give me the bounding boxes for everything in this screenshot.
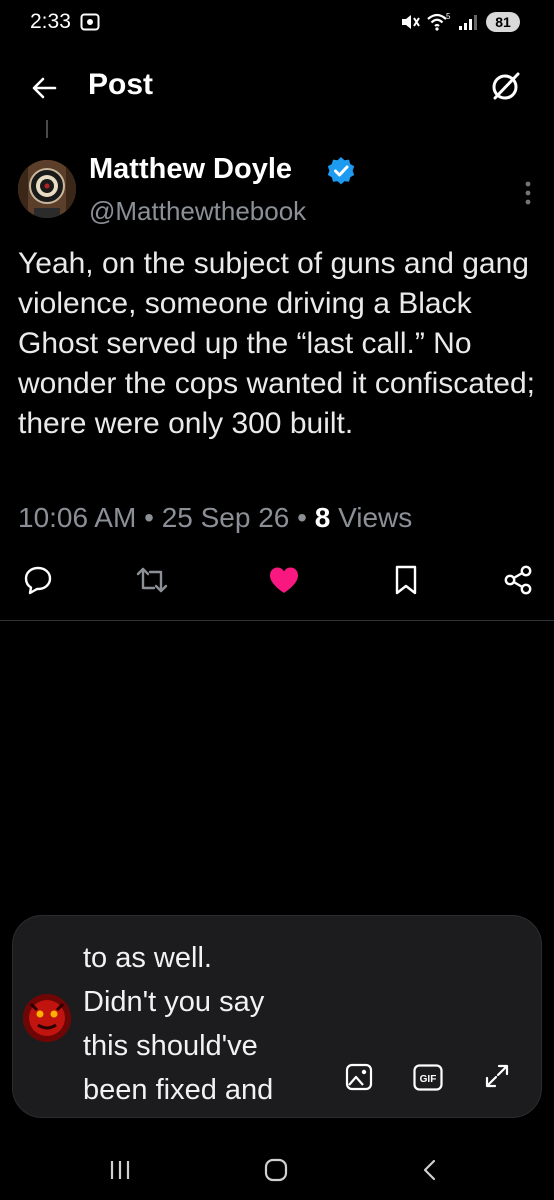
repost-icon: [136, 567, 168, 593]
reply-input[interactable]: to as well. Didn't you say this should'v…: [83, 936, 333, 1112]
mute-icon: [402, 15, 420, 29]
author-name[interactable]: Matthew Doyle: [89, 153, 292, 186]
views-label[interactable]: Views: [338, 502, 412, 533]
dartboard-avatar-image: [18, 160, 76, 218]
user-avatar: [23, 994, 71, 1042]
signal-icon: [459, 15, 477, 30]
post-meta: 10:06 AM • 25 Sep 26 • 8 Views: [18, 502, 412, 534]
status-bar: 2:33 5 81: [0, 0, 554, 46]
system-nav-bar: [0, 1140, 554, 1200]
home-icon: [264, 1158, 288, 1182]
post-date: 25 Sep 26: [161, 502, 290, 533]
repost-button[interactable]: [132, 560, 172, 600]
reply-input-line: to as well.: [83, 942, 212, 974]
screenshot-icon: [80, 13, 100, 31]
reply-input-line: Didn't you say: [83, 986, 265, 1018]
share-button[interactable]: [498, 560, 538, 600]
expand-icon[interactable]: [483, 1062, 511, 1090]
status-time: 2:33: [30, 10, 71, 33]
back-button[interactable]: [410, 1150, 450, 1190]
post-actions: [0, 560, 554, 604]
header: Post: [0, 58, 554, 120]
gif-frame: GIF: [413, 1064, 443, 1091]
meta-separator: •: [297, 502, 307, 533]
reply-icon: [24, 566, 52, 595]
red-face-avatar-image: [23, 994, 71, 1042]
more-options-icon[interactable]: [524, 180, 532, 206]
signal-label: 5: [446, 12, 451, 21]
recents-icon: [110, 1161, 130, 1179]
status-icons: 5 81: [400, 11, 520, 33]
image-icon[interactable]: [345, 1063, 373, 1091]
like-button[interactable]: [264, 560, 304, 600]
reply-input-line: this should've: [83, 1030, 258, 1062]
post-text: Yeah, on the subject of guns and gang vi…: [18, 247, 535, 440]
reply-input-line: been fixed and: [83, 1074, 274, 1106]
author-avatar[interactable]: [18, 160, 76, 218]
heart-icon: [270, 567, 298, 593]
wifi-icon: 5: [427, 12, 451, 31]
page-title: Post: [88, 68, 154, 101]
reply-button[interactable]: [18, 560, 58, 600]
author-handle[interactable]: @Matthewthebook: [89, 196, 306, 227]
grok-icon[interactable]: [490, 70, 522, 102]
share-icon: [504, 565, 532, 595]
thread-connector: [46, 120, 48, 138]
battery-icon: 81: [486, 12, 520, 32]
gif-label: GIF: [420, 1074, 437, 1085]
views-count[interactable]: 8: [315, 502, 331, 533]
bookmark-icon: [395, 565, 417, 595]
home-button[interactable]: [256, 1150, 296, 1190]
arrow-left-icon[interactable]: [30, 74, 58, 102]
recents-button[interactable]: [100, 1150, 140, 1190]
bookmark-button[interactable]: [386, 560, 426, 600]
meta-separator: •: [144, 502, 154, 533]
verified-badge-icon: [327, 157, 355, 185]
back-icon: [423, 1159, 436, 1181]
reply-composer[interactable]: to as well. Didn't you say this should'v…: [12, 915, 542, 1118]
post-time: 10:06 AM: [18, 502, 137, 533]
divider: [0, 620, 554, 621]
gif-icon[interactable]: GIF: [413, 1064, 443, 1091]
battery-level: 81: [495, 14, 511, 30]
